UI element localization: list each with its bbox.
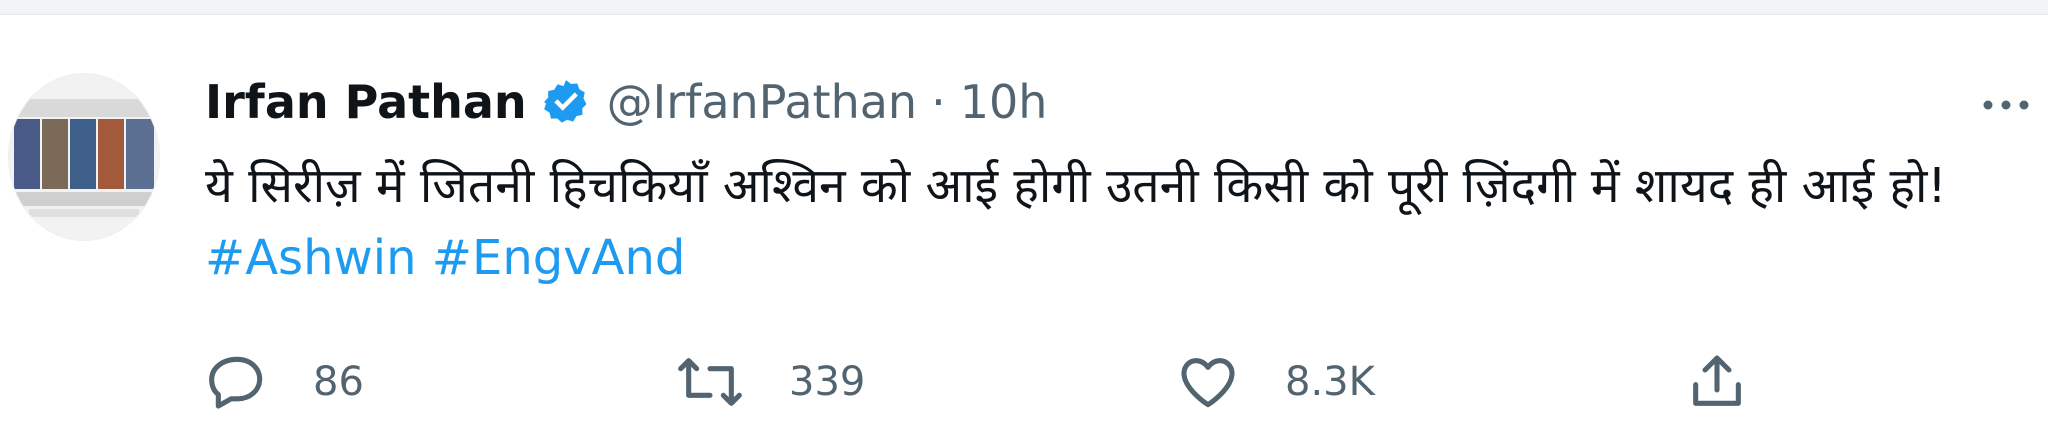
retweet-icon xyxy=(675,350,745,414)
share-button[interactable] xyxy=(1685,337,1749,427)
heart-icon xyxy=(1175,350,1241,414)
tweet-header: Irfan Pathan @IrfanPathan · 10h xyxy=(205,67,1047,137)
more-icon[interactable] xyxy=(1976,75,2036,135)
reply-icon xyxy=(205,350,269,414)
retweet-count: 339 xyxy=(789,359,866,405)
tweet-time[interactable]: 10h xyxy=(960,75,1048,129)
verified-badge-icon xyxy=(541,77,591,127)
author-name[interactable]: Irfan Pathan xyxy=(205,75,527,129)
tweet-text-main: ये सिरीज़ में जितनी हिचकियाँ अश्विन को आ… xyxy=(205,158,1947,214)
tweet[interactable]: Irfan Pathan @IrfanPathan · 10h ये सिरीज… xyxy=(0,15,2048,442)
like-count: 8.3K xyxy=(1285,359,1375,405)
reply-button[interactable]: 86 xyxy=(205,337,364,427)
browser-top-strip xyxy=(0,0,2048,15)
hashtag-link[interactable]: #Ashwin xyxy=(205,230,417,286)
share-icon xyxy=(1685,350,1749,414)
author-handle[interactable]: @IrfanPathan xyxy=(607,75,917,129)
like-button[interactable]: 8.3K xyxy=(1175,337,1375,427)
tweet-text: ये सिरीज़ में जितनी हिचकियाँ अश्विन को आ… xyxy=(205,150,2025,294)
avatar[interactable] xyxy=(8,73,160,241)
hashtag-link[interactable]: #EngvAnd xyxy=(432,230,686,286)
separator-dot: · xyxy=(931,75,946,129)
reply-count: 86 xyxy=(313,359,364,405)
retweet-button[interactable]: 339 xyxy=(675,337,865,427)
tweet-actions: 86 339 8.3K xyxy=(205,337,1755,427)
